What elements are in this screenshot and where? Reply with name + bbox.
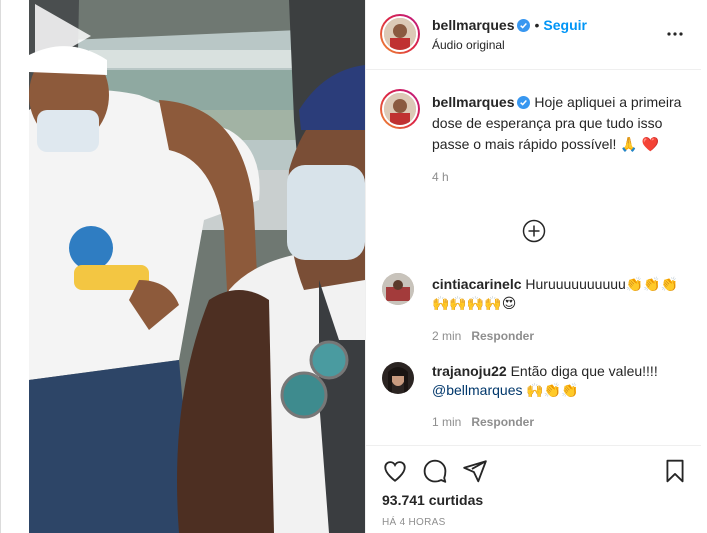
- commenter-avatar[interactable]: [382, 273, 414, 305]
- bookmark-icon[interactable]: [662, 458, 688, 484]
- heart-icon[interactable]: [382, 458, 408, 484]
- post-actions-bar: 93.741 curtidas HÁ 4 HORAS: [366, 445, 701, 533]
- comment-item: cintiacarinelc Huruuuuuuuuuu👏👏👏 🙌🙌🙌🙌😍 2 …: [432, 275, 692, 346]
- comment-username[interactable]: trajanoju22: [432, 363, 507, 379]
- reply-button[interactable]: Responder: [471, 415, 534, 429]
- comment-text: Então diga que valeu!!!!: [510, 363, 658, 379]
- verified-icon: [517, 96, 531, 109]
- more-options-icon[interactable]: [665, 24, 685, 44]
- comment-mention-link[interactable]: @bellmarques: [432, 382, 522, 398]
- comment-emoji: 🙌👏👏: [526, 382, 579, 398]
- audio-label[interactable]: Áudio original: [432, 38, 505, 52]
- video-frame-illustration: [29, 0, 365, 533]
- verified-icon: [517, 19, 531, 32]
- post-header: bellmarques • Seguir Áudio original: [366, 0, 701, 70]
- comment-item: trajanoju22 Então diga que valeu!!!! @be…: [432, 362, 692, 432]
- header-title-row: bellmarques • Seguir: [432, 17, 587, 35]
- plus-circle-icon[interactable]: [522, 219, 546, 243]
- post-caption: bellmarques Hoje apliquei a primeira dos…: [432, 92, 687, 188]
- caption-time[interactable]: 4 h: [432, 167, 687, 188]
- caption-username[interactable]: bellmarques: [432, 94, 514, 110]
- comment-username[interactable]: cintiacarinelc: [432, 276, 522, 292]
- caption-avatar-image: [382, 91, 418, 127]
- comment-meta: 2 min Responder: [432, 327, 692, 346]
- follow-button[interactable]: Seguir: [543, 17, 587, 33]
- play-icon[interactable]: [29, 0, 95, 72]
- reply-button[interactable]: Responder: [471, 329, 534, 343]
- comment-time[interactable]: 1 min: [432, 415, 461, 429]
- likes-count[interactable]: 93.741 curtidas: [382, 492, 483, 508]
- post-video[interactable]: [29, 0, 365, 533]
- instagram-post-modal: bellmarques • Seguir Áudio original bellma…: [0, 0, 707, 533]
- author-avatar-image: [382, 16, 418, 52]
- post-sidebar: bellmarques • Seguir Áudio original bellma…: [365, 0, 701, 533]
- caption-author-avatar[interactable]: [380, 89, 420, 129]
- comment-time[interactable]: 2 min: [432, 329, 461, 343]
- comment-meta: 1 min Responder: [432, 413, 692, 432]
- post-timestamp[interactable]: HÁ 4 HORAS: [382, 517, 446, 528]
- separator-dot: •: [534, 17, 540, 33]
- share-icon[interactable]: [462, 458, 488, 484]
- comment-icon[interactable]: [422, 458, 448, 484]
- author-username[interactable]: bellmarques: [432, 17, 514, 33]
- commenter-avatar[interactable]: [382, 362, 414, 394]
- author-avatar[interactable]: [380, 14, 420, 54]
